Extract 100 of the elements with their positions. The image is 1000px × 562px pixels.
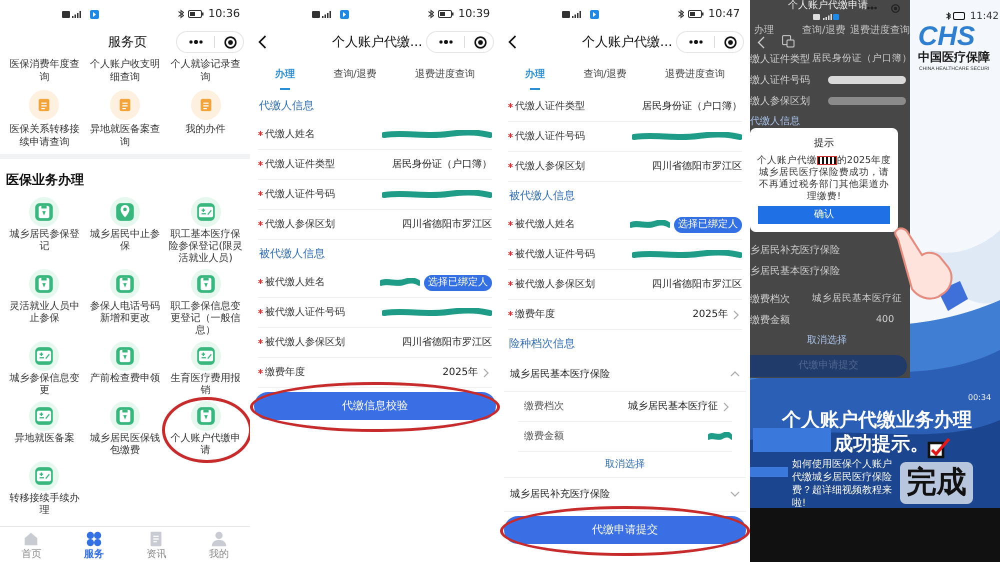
- battery-icon: [438, 10, 454, 18]
- field-label: 被代缴人参保区划: [515, 278, 595, 292]
- service-icon[interactable]: [190, 268, 221, 298]
- field-value: 四川省德阳市罗江区: [402, 218, 492, 232]
- field-label: 缴人证件号码: [750, 74, 810, 88]
- service-label[interactable]: 异地就医备案查询: [88, 123, 162, 149]
- tab[interactable]: 查询/退费: [583, 62, 627, 86]
- service-label[interactable]: 城乡居民中止参保: [88, 228, 162, 252]
- document-icon[interactable]: [190, 90, 221, 120]
- service-label[interactable]: 个人账户代缴申请: [168, 432, 243, 456]
- field-label: 乡居民基本医疗保险: [750, 264, 840, 279]
- service-label[interactable]: 城乡参保信息变更: [7, 372, 82, 396]
- service-icon[interactable]: [190, 196, 221, 226]
- field-label: 代缴人证件类型: [265, 158, 335, 172]
- service-label[interactable]: 职工参保信息变更登记（一般信息）: [168, 300, 243, 336]
- service-label[interactable]: 异地就医备案: [7, 432, 82, 444]
- grid-icon: [84, 530, 103, 548]
- field-value: 四川省德阳市罗江区: [652, 160, 742, 174]
- back-icon[interactable]: [258, 35, 267, 49]
- tab[interactable]: 查询/退费: [333, 62, 377, 86]
- back-icon: [757, 36, 765, 49]
- service-label[interactable]: 生育医疗费用报销: [168, 372, 243, 396]
- battery-icon: [946, 12, 966, 20]
- tab-bar-item[interactable]: 资讯: [125, 527, 188, 562]
- tab-bar-item[interactable]: 首页: [0, 527, 62, 562]
- service-label[interactable]: 参保人电话号码新增和更改: [88, 300, 162, 324]
- video-headline: 个人账户代缴业务办理: [782, 408, 972, 433]
- video-timer: 00:34: [968, 392, 992, 404]
- target-icon[interactable]: [224, 36, 237, 48]
- tab[interactable]: 退费进度查询: [850, 23, 910, 38]
- page-title: 个人账户代缴...: [582, 34, 672, 52]
- field-value[interactable]: 2025年: [442, 365, 478, 380]
- more-icon[interactable]: [439, 40, 453, 44]
- service-icon[interactable]: [110, 268, 140, 298]
- field-label: 被代缴人姓名: [265, 276, 325, 290]
- submit-button[interactable]: 代缴申请提交: [504, 516, 746, 544]
- service-label[interactable]: 个人就诊记录查询: [168, 58, 243, 84]
- target-icon[interactable]: [724, 36, 737, 48]
- service-label[interactable]: 转移接续手续办理: [7, 492, 82, 516]
- service-label[interactable]: 城乡居民医保钱包缴费: [88, 432, 162, 456]
- service-icon[interactable]: [110, 340, 140, 370]
- menu-capsule[interactable]: [176, 31, 244, 53]
- back-icon[interactable]: [508, 35, 517, 49]
- service-label[interactable]: 灵活就业人员中止参保: [7, 300, 82, 324]
- accordion-header[interactable]: 城乡居民补充医疗保险: [504, 478, 746, 512]
- service-icon[interactable]: [29, 460, 60, 490]
- tab-bar-item[interactable]: 我的: [188, 527, 250, 562]
- bluetooth-icon: [678, 9, 684, 19]
- confirm-button[interactable]: 确认: [758, 206, 890, 224]
- service-icon[interactable]: [190, 400, 221, 430]
- service-icon[interactable]: [29, 196, 60, 226]
- tab-bar-item[interactable]: 服务: [62, 527, 125, 562]
- service-label[interactable]: 个人账户收支明细查询: [88, 58, 162, 84]
- bind-person-button[interactable]: 选择已绑定人: [674, 216, 742, 232]
- video-caption: 如何使用医保个人账户代缴城乡居民医疗保险费？超详细视频教程来啦!: [792, 458, 893, 510]
- bind-person-button[interactable]: 选择已绑定人: [424, 274, 492, 290]
- service-icon[interactable]: [110, 400, 140, 430]
- service-label[interactable]: 产前检查费申领: [88, 372, 162, 384]
- service-label[interactable]: 职工基本医疗保险参保登记(限灵活就业人员): [168, 228, 243, 264]
- service-icon[interactable]: [29, 400, 60, 430]
- menu-capsule[interactable]: [426, 31, 494, 53]
- service-icon[interactable]: [190, 340, 221, 370]
- service-icon[interactable]: [29, 340, 60, 370]
- redaction-mark: [708, 432, 732, 442]
- field-value: 城乡居民基本医疗征: [812, 292, 902, 306]
- service-icon[interactable]: [110, 196, 140, 226]
- field-label: 被代缴人姓名: [515, 218, 575, 232]
- service-label[interactable]: 城乡居民参保登记: [7, 228, 82, 252]
- field-value: 四川省德阳市罗江区: [402, 336, 492, 350]
- service-icon[interactable]: [29, 268, 60, 298]
- field-label: 缴费年度: [265, 366, 305, 380]
- service-label[interactable]: 医保关系转移接续申请查询: [7, 123, 82, 149]
- chevron-icon: [730, 490, 740, 500]
- target-icon[interactable]: [474, 36, 487, 48]
- cancel-link[interactable]: 取消选择: [605, 457, 645, 472]
- field-value: 居民身份证（户口簿）: [642, 100, 742, 114]
- field-value: 居民身份证（户口簿）: [392, 158, 492, 172]
- submit-button[interactable]: 代缴信息校验: [254, 392, 496, 420]
- service-label[interactable]: 我的办件: [168, 123, 243, 136]
- document-icon[interactable]: [110, 90, 140, 120]
- more-icon[interactable]: [189, 40, 203, 44]
- tab[interactable]: 退费进度查询: [664, 62, 725, 86]
- field-value: 400: [876, 313, 894, 327]
- group-title: 城乡居民补充医疗保险: [510, 488, 610, 502]
- field-value[interactable]: 2025年: [692, 307, 728, 322]
- field-label: 代缴人参保区划: [265, 218, 335, 232]
- document-icon[interactable]: [29, 90, 60, 120]
- tab[interactable]: 办理: [754, 23, 774, 38]
- accordion-header[interactable]: 城乡居民基本医疗保险: [504, 358, 746, 392]
- redaction-mark: [380, 278, 420, 288]
- status-time: 11:42: [970, 10, 999, 24]
- field-value[interactable]: 城乡居民基本医疗征: [628, 399, 718, 414]
- menu-capsule[interactable]: [676, 31, 744, 53]
- tab[interactable]: 退费进度查询: [414, 62, 475, 86]
- field-label: 缴费年度: [515, 308, 555, 322]
- checkbox-icon: [927, 437, 951, 461]
- service-label[interactable]: 医保消费年度查询: [7, 58, 82, 84]
- more-icon[interactable]: [689, 40, 703, 44]
- tab[interactable]: 查询/退费: [802, 23, 846, 38]
- field-label: 缴费档次: [750, 292, 790, 307]
